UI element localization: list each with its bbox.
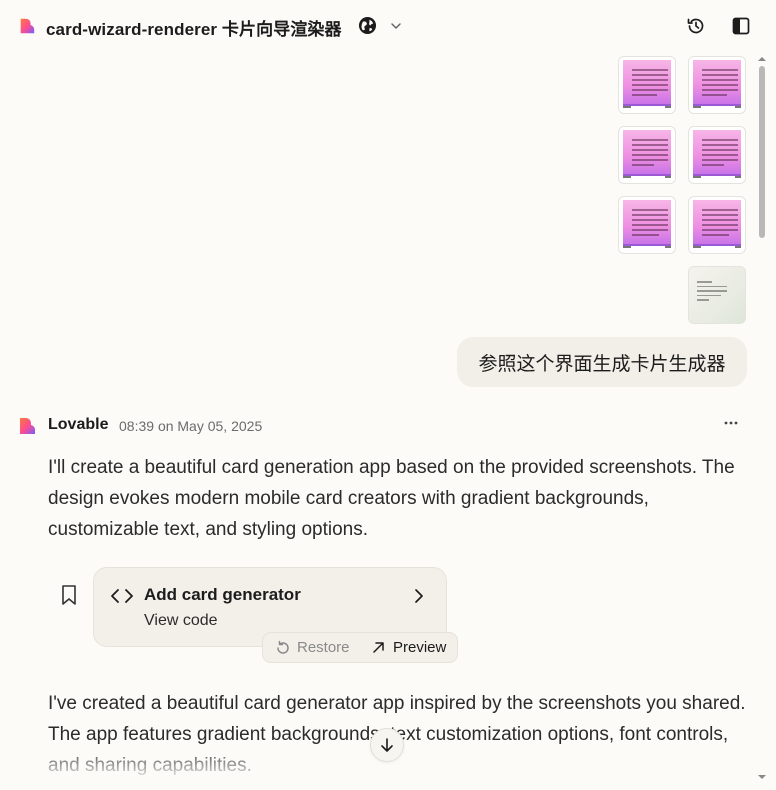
attachment-thumbnail[interactable] (618, 196, 676, 254)
message-date: on May 05, 2025 (157, 418, 263, 434)
attachment-thumbnail[interactable] (618, 56, 676, 114)
sidebar-toggle-button[interactable] (728, 13, 754, 39)
restore-icon (277, 640, 289, 654)
attachment-thumbnail[interactable] (688, 126, 746, 184)
more-options-button[interactable] (719, 414, 743, 438)
scroll-down-arrow-icon[interactable] (757, 774, 767, 780)
sidebar-toggle-icon (732, 17, 750, 35)
card-actions-bar: Restore Preview (262, 632, 458, 663)
card-title: Add card generator (144, 585, 301, 604)
assistant-message-text: I'll create a beautiful card generation … (48, 457, 735, 540)
assistant-name: Lovable (48, 416, 109, 433)
more-horizontal-icon (724, 421, 738, 425)
scroll-up-arrow-icon[interactable] (757, 56, 767, 62)
history-button[interactable] (683, 13, 709, 39)
project-title[interactable]: card-wizard-renderer 卡片向导渲染器 (46, 15, 342, 40)
lovable-logo-icon (20, 18, 35, 34)
chevron-down-icon[interactable] (389, 19, 403, 33)
user-message-bubble: 参照这个界面生成卡片生成器 (457, 337, 747, 387)
vertical-scrollbar[interactable] (757, 56, 767, 790)
top-bar: card-wizard-renderer 卡片向导渲染器 (0, 0, 776, 52)
code-icon (111, 589, 133, 603)
attachment-thumbnail[interactable] (688, 56, 746, 114)
message-timestamp: 08:39 on May 05, 2025 (119, 418, 262, 434)
message-time: 08:39 (119, 418, 155, 434)
history-icon (687, 18, 704, 34)
scrollbar-thumb[interactable] (759, 66, 765, 238)
globe-icon[interactable] (358, 16, 377, 35)
arrow-down-icon (381, 738, 393, 752)
scroll-to-bottom-button[interactable] (370, 728, 404, 762)
chevron-right-icon[interactable] (410, 587, 428, 605)
attachment-thumbnail[interactable] (688, 196, 746, 254)
lovable-avatar-icon (20, 418, 36, 434)
preview-button[interactable]: Preview (371, 639, 446, 656)
arrow-up-right-icon (373, 642, 384, 653)
restore-button[interactable]: Restore (275, 639, 350, 656)
preview-label: Preview (393, 639, 447, 656)
attachment-thumbnail[interactable] (618, 126, 676, 184)
attachment-thumbnail[interactable] (688, 266, 746, 324)
view-code-link[interactable]: View code (144, 612, 218, 630)
bookmark-icon[interactable] (59, 584, 79, 606)
restore-label: Restore (297, 639, 350, 656)
